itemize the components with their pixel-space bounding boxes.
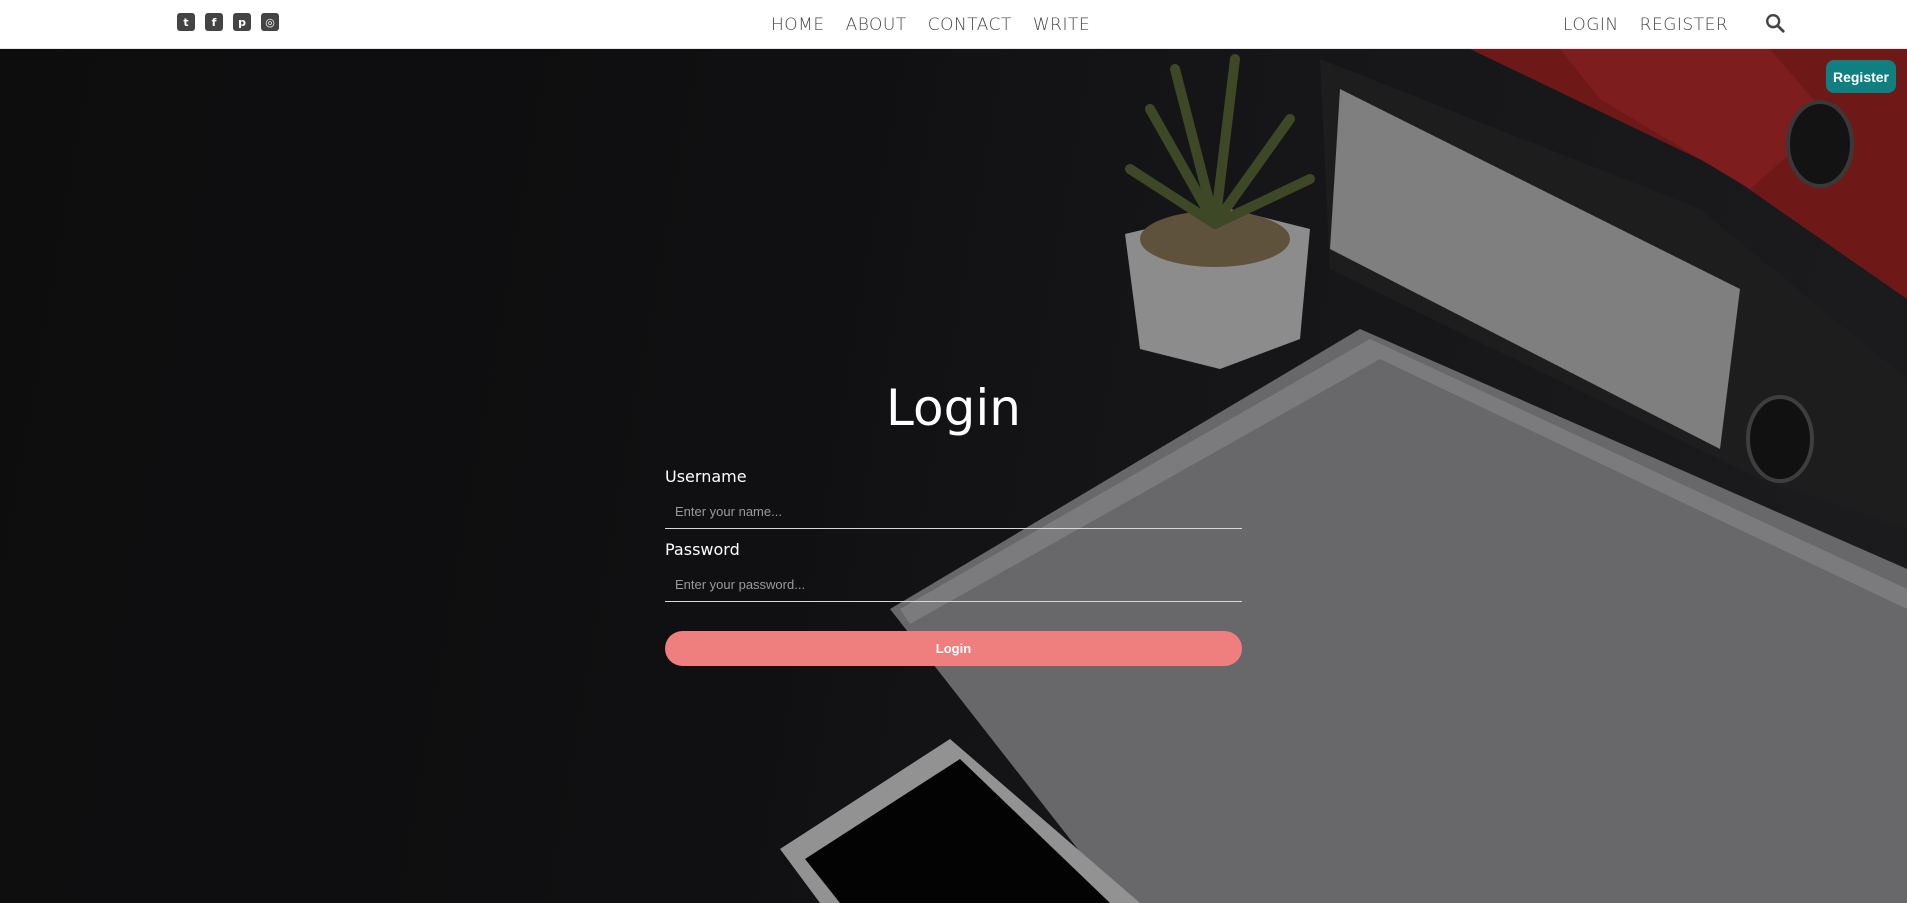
password-label: Password [665, 540, 740, 559]
social-links: t f p ◎ [177, 13, 279, 31]
hero-background: Login Username Password Login [0, 49, 1907, 903]
nav-login[interactable]: LOGIN [1563, 15, 1619, 35]
twitter-icon[interactable]: t [177, 13, 195, 31]
login-title: Login [886, 379, 1021, 437]
username-input[interactable] [665, 495, 1242, 529]
pinterest-icon[interactable]: p [233, 13, 251, 31]
login-form: Login Username Password Login [665, 379, 1242, 666]
login-button[interactable]: Login [665, 631, 1242, 666]
top-navbar: t f p ◎ HOME ABOUT CONTACT WRITE LOGIN R… [0, 0, 1907, 49]
search-icon[interactable] [1764, 12, 1786, 34]
nav-about[interactable]: ABOUT [846, 15, 907, 35]
nav-home[interactable]: HOME [771, 15, 825, 35]
nav-register[interactable]: REGISTER [1640, 15, 1728, 35]
facebook-icon[interactable]: f [205, 13, 223, 31]
password-input[interactable] [665, 568, 1242, 602]
username-label: Username [665, 467, 747, 486]
main-nav: HOME ABOUT CONTACT WRITE [771, 0, 1090, 49]
auth-nav: LOGIN REGISTER [1563, 0, 1728, 49]
nav-write[interactable]: WRITE [1033, 15, 1090, 35]
register-button[interactable]: Register [1826, 60, 1896, 93]
instagram-icon[interactable]: ◎ [261, 13, 279, 31]
nav-contact[interactable]: CONTACT [928, 15, 1012, 35]
